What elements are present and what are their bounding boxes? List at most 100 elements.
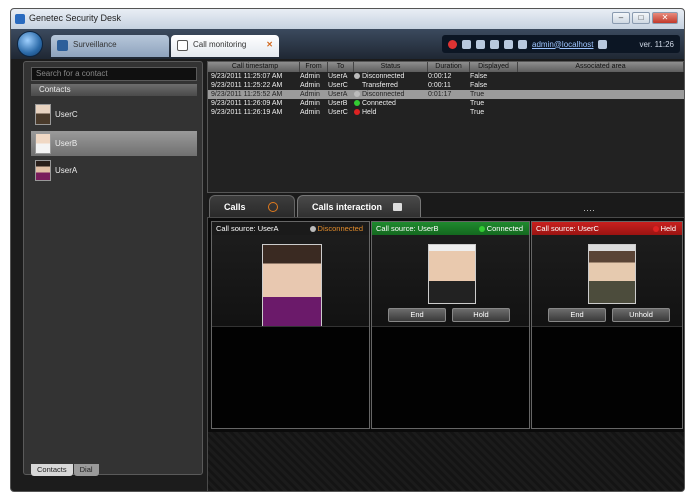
status-text: Disconnected bbox=[362, 73, 405, 80]
calls-interaction-panel: Call source: UserA Disconnected Call sou… bbox=[207, 217, 684, 491]
contact-search-input[interactable]: Search for a contact bbox=[31, 67, 197, 81]
panel-tab-bar: Calls Calls interaction ···· bbox=[207, 193, 684, 217]
tab-surveillance[interactable]: Surveillance bbox=[51, 35, 169, 57]
call-card: Call source: UserC Held End Unhold bbox=[531, 221, 683, 429]
duration-cell: 0:01:17 bbox=[428, 91, 452, 98]
end-call-button[interactable]: End bbox=[548, 308, 606, 322]
table-row[interactable]: 9/23/2011 11:25:22 AM Admin UserC Transf… bbox=[208, 81, 684, 90]
call-source-label: Call source: bbox=[536, 224, 576, 233]
call-video-area bbox=[212, 326, 369, 428]
call-state: Held bbox=[652, 222, 676, 235]
from-cell: Admin bbox=[300, 100, 320, 107]
contact-item[interactable]: UserA bbox=[31, 158, 197, 183]
timestamp-cell: 9/23/2011 11:25:07 AM bbox=[211, 73, 283, 80]
status-dot-icon bbox=[354, 100, 360, 106]
contacts-header: Contacts bbox=[31, 84, 197, 96]
column-header[interactable]: From bbox=[300, 62, 328, 72]
volume-icon[interactable] bbox=[518, 39, 527, 49]
call-source-name: UserA bbox=[257, 224, 279, 233]
end-call-button[interactable]: End bbox=[388, 308, 446, 322]
close-tab-icon[interactable]: ✕ bbox=[266, 35, 273, 55]
close-window-button[interactable]: ✕ bbox=[652, 12, 678, 24]
column-header[interactable]: Status bbox=[354, 62, 428, 72]
displayed-cell: True bbox=[470, 100, 485, 107]
status-cell: Disconnected bbox=[354, 90, 428, 99]
call-log-table: Call timestamp From To Status Duration D… bbox=[207, 61, 684, 193]
call-card-header: Call source: UserB Connected bbox=[372, 222, 529, 235]
hold-call-button[interactable]: Hold bbox=[452, 308, 510, 322]
tab-label: Calls bbox=[224, 202, 246, 212]
status-cell: Connected bbox=[354, 99, 428, 108]
home-button[interactable] bbox=[17, 31, 43, 57]
panel-background bbox=[208, 432, 684, 491]
tab-dial[interactable]: Dial bbox=[73, 464, 99, 476]
contact-name: UserB bbox=[55, 139, 78, 148]
status-dot-icon bbox=[354, 109, 360, 115]
table-row[interactable]: 9/23/2011 11:26:09 AM Admin UserB Connec… bbox=[208, 99, 684, 108]
monitor-icon[interactable] bbox=[504, 39, 513, 49]
call-actions: End Hold bbox=[388, 308, 510, 322]
window-title: Genetec Security Desk bbox=[29, 13, 122, 23]
call-card: Call source: UserA Disconnected bbox=[211, 221, 370, 429]
app-window: Genetec Security Desk – □ ✕ Surveillance… bbox=[10, 8, 685, 492]
column-header[interactable]: Duration bbox=[428, 62, 470, 72]
column-header[interactable]: To bbox=[328, 62, 354, 72]
unhold-call-button[interactable]: Unhold bbox=[612, 308, 670, 322]
displayed-cell: True bbox=[470, 91, 485, 98]
to-cell: UserB bbox=[328, 100, 348, 107]
column-header[interactable]: Associated area bbox=[518, 62, 684, 72]
contact-item[interactable]: UserC bbox=[31, 102, 197, 127]
title-bar: Genetec Security Desk – □ ✕ bbox=[11, 9, 684, 29]
lock-icon[interactable] bbox=[476, 39, 485, 49]
tab-call-monitoring[interactable]: Call monitoring ✕ bbox=[171, 35, 279, 57]
tab-calls-interaction[interactable]: Calls interaction bbox=[297, 195, 421, 217]
contact-name: UserA bbox=[55, 166, 78, 175]
table-header: Call timestamp From To Status Duration D… bbox=[208, 62, 684, 72]
timestamp-cell: 9/23/2011 11:25:52 AM bbox=[211, 91, 283, 98]
column-header[interactable]: Call timestamp bbox=[208, 62, 300, 72]
tab-label: Calls interaction bbox=[312, 202, 383, 212]
status-text: Transferred bbox=[362, 82, 398, 89]
table-row[interactable]: 9/23/2011 11:26:19 AM Admin UserC Held T… bbox=[208, 108, 684, 117]
area-cell bbox=[518, 108, 684, 117]
displayed-cell: True bbox=[470, 109, 485, 116]
call-state-text: Disconnected bbox=[317, 224, 363, 233]
table-row[interactable]: 9/23/2011 11:25:52 AM Admin UserA Discon… bbox=[208, 90, 684, 99]
task-tab-strip: Surveillance Call monitoring ✕ admin@loc… bbox=[11, 29, 684, 59]
status-text: Held bbox=[362, 109, 377, 116]
transfer-arrow-icon bbox=[354, 82, 360, 88]
call-video-area bbox=[532, 326, 682, 428]
status-dot-icon bbox=[354, 73, 360, 79]
to-cell: UserA bbox=[328, 73, 348, 80]
resize-grip[interactable]: ···· bbox=[583, 205, 595, 215]
contact-item[interactable]: UserB bbox=[31, 131, 197, 156]
call-video-area bbox=[372, 326, 529, 428]
from-cell: Admin bbox=[300, 109, 320, 116]
tab-calls[interactable]: Calls bbox=[209, 195, 295, 217]
caller-photo bbox=[588, 244, 636, 304]
notification-icon[interactable] bbox=[462, 39, 471, 49]
status-text: Connected bbox=[362, 100, 396, 107]
column-header[interactable]: Displayed bbox=[470, 62, 518, 72]
tab-label: Surveillance bbox=[73, 40, 117, 49]
duration-cell bbox=[428, 99, 470, 108]
tab-contacts[interactable]: Contacts bbox=[31, 464, 73, 476]
timestamp-cell: 9/23/2011 11:25:22 AM bbox=[211, 82, 283, 89]
table-row[interactable]: 9/23/2011 11:25:07 AM Admin UserA Discon… bbox=[208, 72, 684, 81]
maximize-button[interactable]: □ bbox=[632, 12, 650, 24]
status-cell: Transferred bbox=[354, 81, 428, 90]
window-controls: – □ ✕ bbox=[612, 12, 678, 24]
network-icon[interactable] bbox=[490, 39, 499, 49]
displayed-cell: False bbox=[470, 73, 488, 80]
duration-cell: 0:00:12 bbox=[428, 73, 452, 80]
timestamp-cell: 9/23/2011 11:26:19 AM bbox=[211, 109, 283, 116]
area-cell bbox=[518, 90, 684, 99]
status-dot-icon bbox=[478, 226, 485, 232]
keyboard-icon[interactable] bbox=[598, 39, 608, 49]
displayed-cell: False bbox=[470, 82, 488, 89]
call-state: Connected bbox=[478, 222, 523, 235]
caller-photo bbox=[428, 244, 476, 304]
current-user-link[interactable]: admin@localhost bbox=[532, 40, 593, 49]
alarm-icon[interactable] bbox=[448, 39, 457, 49]
minimize-button[interactable]: – bbox=[612, 12, 630, 24]
